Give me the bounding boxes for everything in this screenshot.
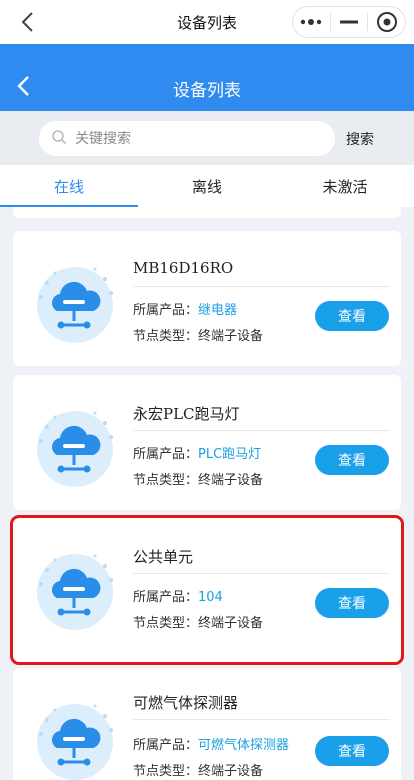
node-type-label: 节点类型： — [133, 473, 199, 488]
tab-online[interactable]: 在线 — [0, 165, 138, 207]
device-name: 可燃气体探测器 — [133, 694, 239, 712]
divider — [133, 573, 390, 574]
device-card[interactable]: 永宏PLC跑马灯 所属产品：PLC跑马灯 节点类型：终端子设备 查看 — [13, 375, 401, 510]
close-target-icon[interactable] — [368, 7, 405, 37]
device-card[interactable]: 可燃气体探测器 所属产品：可燃气体探测器 节点类型：终端子设备 查看 — [13, 668, 401, 780]
search-input[interactable] — [75, 130, 305, 147]
product-row: 所属产品：PLC跑马灯 — [133, 443, 261, 462]
product-link[interactable]: PLC跑马灯 — [198, 447, 261, 462]
node-type-row: 节点类型：终端子设备 — [133, 760, 263, 779]
node-type-value: 终端子设备 — [198, 473, 264, 488]
view-button[interactable]: 查看 — [315, 588, 389, 618]
device-name: MB16D16RO — [133, 259, 234, 277]
node-type-value: 终端子设备 — [198, 329, 264, 344]
device-name: 永宏PLC跑马灯 — [133, 405, 240, 423]
page-title: 设备列表 — [173, 81, 241, 101]
divider — [133, 430, 390, 431]
device-card-selected[interactable]: 公共单元 所属产品：104 节点类型：终端子设备 查看 — [10, 515, 404, 665]
device-name: 公共单元 — [133, 548, 194, 566]
cloud-network-icon — [25, 540, 121, 636]
capsule-menu — [292, 6, 406, 38]
view-button[interactable]: 查看 — [315, 301, 389, 331]
node-type-label: 节点类型： — [133, 764, 199, 779]
product-row: 所属产品：104 — [133, 586, 223, 605]
topbar-title: 设备列表 — [176, 13, 237, 32]
search-row: 搜索 — [0, 111, 414, 165]
node-type-row: 节点类型：终端子设备 — [133, 325, 263, 344]
status-tabs: 在线 离线 未激活 — [0, 165, 414, 207]
device-list: MB16D16RO 所属产品：继电器 节点类型：终端子设备 查看 永宏PLC跑马… — [0, 207, 414, 780]
minimize-icon[interactable] — [331, 7, 368, 37]
product-link[interactable]: 可燃气体探测器 — [198, 738, 289, 753]
mini-program-topbar: 设备列表 — [0, 0, 414, 44]
node-type-label: 节点类型： — [133, 329, 199, 344]
divider — [133, 719, 390, 720]
tab-offline[interactable]: 离线 — [138, 165, 276, 207]
search-icon — [51, 129, 67, 149]
node-type-label: 节点类型： — [133, 616, 199, 631]
cloud-network-icon — [25, 690, 121, 780]
view-button[interactable]: 查看 — [315, 445, 389, 475]
product-row: 所属产品：可燃气体探测器 — [133, 734, 289, 753]
cloud-network-icon — [25, 253, 121, 349]
device-card[interactable]: MB16D16RO 所属产品：继电器 节点类型：终端子设备 查看 — [13, 231, 401, 366]
search-box[interactable] — [39, 121, 335, 156]
more-dots-icon[interactable] — [293, 7, 330, 37]
node-type-row: 节点类型：终端子设备 — [133, 469, 263, 488]
product-label: 所属产品： — [133, 590, 199, 605]
product-label: 所属产品： — [133, 447, 199, 462]
product-label: 所属产品： — [133, 738, 199, 753]
view-button[interactable]: 查看 — [315, 736, 389, 766]
divider — [133, 286, 390, 287]
node-type-value: 终端子设备 — [198, 764, 264, 779]
page-header: 设备列表 — [0, 44, 414, 111]
cloud-network-icon — [25, 397, 121, 493]
header-back-icon[interactable] — [12, 74, 36, 98]
product-link[interactable]: 继电器 — [198, 303, 237, 318]
list-item-partial — [13, 207, 401, 218]
node-type-value: 终端子设备 — [198, 616, 264, 631]
product-link[interactable]: 104 — [198, 590, 223, 605]
node-type-row: 节点类型：终端子设备 — [133, 612, 263, 631]
tab-inactive[interactable]: 未激活 — [276, 165, 414, 207]
product-row: 所属产品：继电器 — [133, 299, 237, 318]
search-button[interactable]: 搜索 — [346, 129, 374, 149]
product-label: 所属产品： — [133, 303, 199, 318]
back-icon[interactable] — [14, 8, 42, 36]
